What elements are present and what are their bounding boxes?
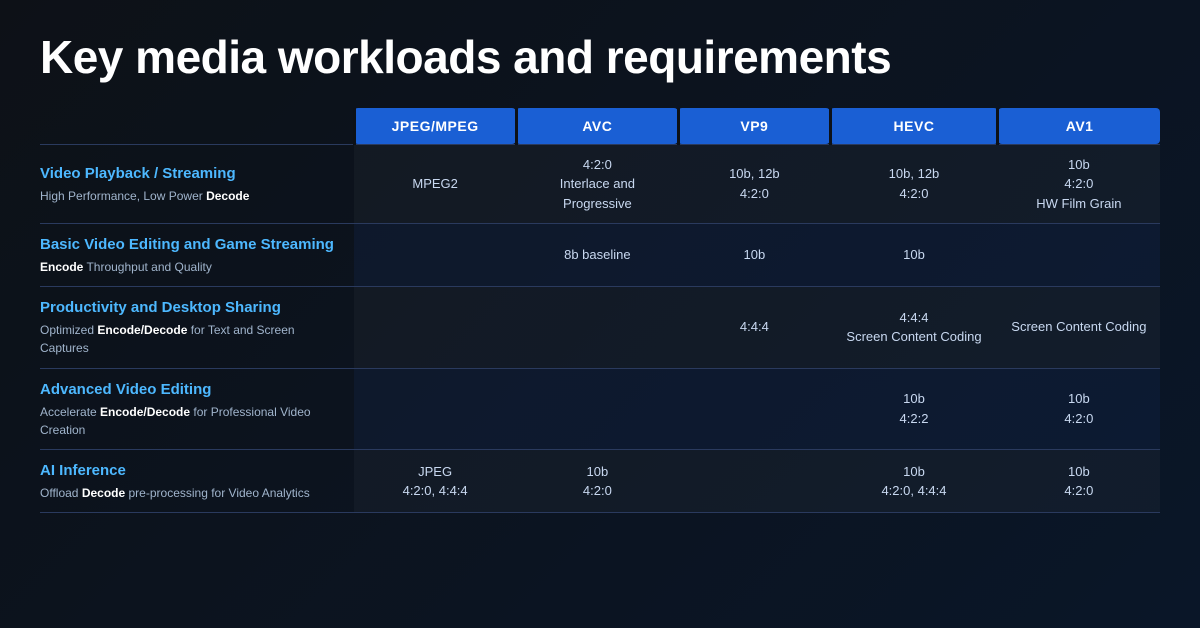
row-title-advanced-video-editing: Advanced Video Editing (40, 379, 346, 400)
row-subtitle-basic-video-editing: Encode Throughput and Quality (40, 260, 212, 274)
table-row: Advanced Video Editing Accelerate Encode/… (40, 368, 1160, 449)
row-label-productivity-desktop: Productivity and Desktop Sharing Optimize… (40, 287, 354, 368)
cell-basic-video-editing-vp9: 10b (678, 224, 830, 287)
cell-video-playback-avc: 4:2:0Interlace and Progressive (516, 144, 678, 224)
cell-advanced-video-editing-hevc: 10b4:2:2 (830, 368, 997, 449)
cell-basic-video-editing-jpeg (354, 224, 516, 287)
cell-advanced-video-editing-vp9 (678, 368, 830, 449)
row-subtitle-productivity-desktop: Optimized Encode/Decode for Text and Scr… (40, 323, 295, 355)
cell-productivity-desktop-av1: Screen Content Coding (998, 287, 1160, 368)
row-subtitle-video-playback: High Performance, Low Power Decode (40, 189, 249, 203)
cell-video-playback-hevc: 10b, 12b4:2:0 (830, 144, 997, 224)
cell-productivity-desktop-hevc: 4:4:4Screen Content Coding (830, 287, 997, 368)
table-row: AI Inference Offload Decode pre-processin… (40, 449, 1160, 512)
cell-advanced-video-editing-av1: 10b4:2:0 (998, 368, 1160, 449)
col-header-jpeg: JPEG/MPEG (354, 108, 516, 144)
cell-productivity-desktop-vp9: 4:4:4 (678, 287, 830, 368)
row-title-video-playback: Video Playback / Streaming (40, 163, 346, 184)
col-header-avc: AVC (516, 108, 678, 144)
col-header-vp9: VP9 (678, 108, 830, 144)
cell-video-playback-av1: 10b4:2:0HW Film Grain (998, 144, 1160, 224)
page-wrapper: Key media workloads and requirements JPE… (0, 0, 1200, 628)
cell-basic-video-editing-avc: 8b baseline (516, 224, 678, 287)
table-row: Video Playback / Streaming High Performan… (40, 144, 1160, 224)
cell-ai-inference-hevc: 10b4:2:0, 4:4:4 (830, 449, 997, 512)
cell-productivity-desktop-jpeg (354, 287, 516, 368)
col-header-empty (40, 108, 354, 144)
table-row: Basic Video Editing and Game Streaming En… (40, 224, 1160, 287)
cell-basic-video-editing-hevc: 10b (830, 224, 997, 287)
row-label-video-playback: Video Playback / Streaming High Performan… (40, 144, 354, 224)
workloads-table: JPEG/MPEG AVC VP9 HEVC AV1 Video Playbac… (40, 108, 1160, 513)
row-title-ai-inference: AI Inference (40, 460, 346, 481)
cell-basic-video-editing-av1 (998, 224, 1160, 287)
cell-ai-inference-avc: 10b4:2:0 (516, 449, 678, 512)
row-subtitle-ai-inference: Offload Decode pre-processing for Video … (40, 486, 310, 500)
table-container: JPEG/MPEG AVC VP9 HEVC AV1 Video Playbac… (40, 108, 1160, 513)
cell-advanced-video-editing-jpeg (354, 368, 516, 449)
cell-video-playback-jpeg: MPEG2 (354, 144, 516, 224)
cell-advanced-video-editing-avc (516, 368, 678, 449)
row-title-basic-video-editing: Basic Video Editing and Game Streaming (40, 234, 346, 255)
row-subtitle-advanced-video-editing: Accelerate Encode/Decode for Professiona… (40, 405, 311, 437)
cell-ai-inference-av1: 10b4:2:0 (998, 449, 1160, 512)
row-label-advanced-video-editing: Advanced Video Editing Accelerate Encode/… (40, 368, 354, 449)
cell-productivity-desktop-avc (516, 287, 678, 368)
page-title: Key media workloads and requirements (40, 30, 1160, 84)
row-label-ai-inference: AI Inference Offload Decode pre-processin… (40, 449, 354, 512)
cell-ai-inference-vp9 (678, 449, 830, 512)
table-row: Productivity and Desktop Sharing Optimize… (40, 287, 1160, 368)
cell-video-playback-vp9: 10b, 12b4:2:0 (678, 144, 830, 224)
row-label-basic-video-editing: Basic Video Editing and Game Streaming En… (40, 224, 354, 287)
row-title-productivity-desktop: Productivity and Desktop Sharing (40, 297, 346, 318)
col-header-av1: AV1 (998, 108, 1160, 144)
col-header-hevc: HEVC (830, 108, 997, 144)
cell-ai-inference-jpeg: JPEG4:2:0, 4:4:4 (354, 449, 516, 512)
